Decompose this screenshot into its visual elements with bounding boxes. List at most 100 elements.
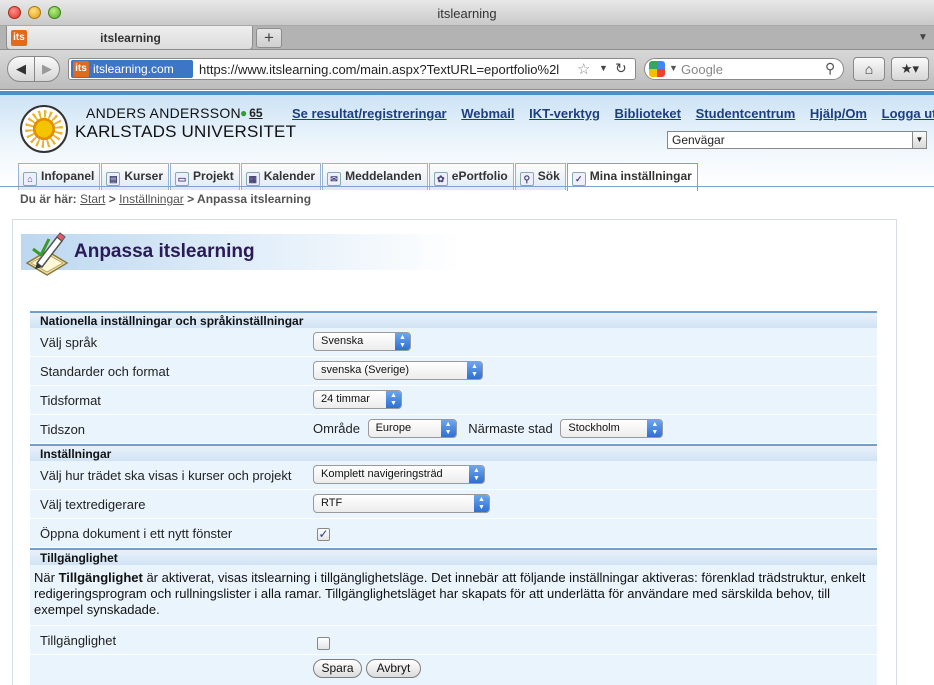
select-arrows-icon: ▲ ▼ — [386, 391, 401, 408]
courses-icon: ▤ — [106, 172, 121, 186]
library-link[interactable]: Biblioteket — [615, 106, 681, 121]
home-button[interactable]: ⌂ — [853, 57, 885, 81]
area-select-value: Europe — [375, 422, 412, 434]
new-window-checkbox[interactable]: ✓ — [317, 528, 330, 542]
editor-row: Välj textredigerare RTF ▲ ▼ — [30, 490, 877, 519]
language-select[interactable]: Svenska ▲ ▼ — [313, 332, 411, 351]
button-row: Spara Avbryt — [30, 655, 877, 685]
tab-label: Mina inställningar — [589, 169, 692, 183]
breadcrumb-current: Anpassa itslearning — [197, 192, 312, 206]
editor-select-value: RTF — [321, 497, 343, 509]
tree-label: Välj hur trädet ska visas i kurser och p… — [40, 468, 292, 483]
section-heading-settings: Inställningar — [30, 444, 877, 461]
tree-select[interactable]: Komplett navigeringsträd ▲ ▼ — [313, 465, 485, 484]
window-titlebar: itslearning — [0, 0, 934, 26]
customize-pencil-icon — [25, 232, 69, 276]
reload-icon[interactable]: ↻ — [615, 60, 627, 77]
tab-list-chevron-icon[interactable]: ▼ — [918, 32, 928, 43]
time-format-label: Tidsformat — [40, 393, 101, 408]
forward-button[interactable]: ▶ — [34, 56, 60, 82]
magnifier-icon[interactable]: ⚲ — [825, 60, 835, 77]
sun-icon — [31, 116, 57, 142]
breadcrumb-separator: > — [108, 192, 116, 206]
search-bar[interactable]: ▼ Google ⚲ — [644, 58, 844, 80]
tab-label: Projekt — [193, 169, 234, 183]
breadcrumb-start-link[interactable]: Start — [80, 192, 105, 206]
tab-label: ePortfolio — [451, 169, 508, 183]
ikt-tools-link[interactable]: IKT-verktyg — [529, 106, 600, 121]
favicon-icon: its — [73, 61, 89, 77]
format-select[interactable]: svenska (Sverige) ▲ ▼ — [313, 361, 483, 380]
page-title: Anpassa itslearning — [74, 241, 255, 262]
timezone-row: Tidszon Område Europe ▲ ▼ Närmaste stad St… — [30, 415, 877, 444]
tab-label: Kurser — [124, 169, 164, 183]
student-center-link[interactable]: Studentcentrum — [696, 106, 796, 121]
select-arrows-icon: ▲ ▼ — [395, 333, 410, 350]
time-format-select-value: 24 timmar — [321, 393, 370, 405]
url-text[interactable]: https://www.itslearning.com/main.aspx?Te… — [199, 62, 573, 77]
area-select[interactable]: Europe ▲ ▼ — [367, 419, 457, 438]
select-arrows-icon: ▲ ▼ — [440, 420, 456, 437]
back-button[interactable]: ◀ — [7, 56, 35, 82]
person-icon: ● — [240, 106, 248, 120]
university-name: KARLSTADS UNIVERSITET — [75, 122, 297, 141]
time-format-select[interactable]: 24 timmar ▲ ▼ — [313, 390, 402, 409]
search-icon: ⚲ — [519, 172, 534, 186]
desc-prefix: När — [34, 570, 59, 585]
chevron-down-icon: ▼ — [912, 132, 926, 148]
browser-tabstrip: its itslearning + ▼ — [0, 26, 934, 50]
editor-select[interactable]: RTF ▲ ▼ — [313, 494, 490, 513]
new-tab-button[interactable]: + — [256, 28, 282, 48]
shortcuts-select[interactable]: Genvägar ▼ — [667, 131, 927, 149]
project-icon: ▭ — [175, 172, 190, 186]
city-select[interactable]: Stockholm ▲ ▼ — [560, 419, 664, 438]
site-header: ANDERS ANDERSSON ● 65 KARLSTADS UNIVERSIT… — [0, 91, 934, 191]
desc-bold: Tillgänglighet — [58, 570, 143, 585]
url-bar[interactable]: its itslearning.com https://www.itslearni… — [68, 58, 636, 80]
city-select-value: Stockholm — [568, 422, 620, 434]
format-select-value: svenska (Sverige) — [321, 364, 410, 376]
user-name: ANDERS ANDERSSON — [86, 105, 241, 121]
results-link[interactable]: Se resultat/registreringar — [292, 106, 447, 121]
site-identity-button[interactable]: its itslearning.com — [71, 60, 193, 78]
shortcuts-select-value: Genvägar — [672, 133, 725, 147]
bookmark-star-icon[interactable]: ☆ — [577, 60, 590, 78]
select-arrows-icon: ▲ ▼ — [467, 362, 482, 379]
breadcrumb-settings-link[interactable]: Inställningar — [119, 192, 184, 206]
new-window-row: Öppna dokument i ett nytt fönster ✓ — [30, 519, 877, 548]
bookmarks-menu-button[interactable]: ★▾ — [891, 57, 929, 81]
webmail-link[interactable]: Webmail — [461, 106, 514, 121]
search-placeholder[interactable]: Google — [681, 62, 723, 77]
browser-tab-label: itslearning — [100, 31, 161, 45]
settings-form: Nationella inställningar och språkinstäl… — [30, 311, 877, 685]
language-select-value: Svenska — [321, 335, 364, 347]
settings-icon: ✓ — [571, 172, 586, 186]
help-link[interactable]: Hjälp/Om — [810, 106, 867, 121]
editor-label: Välj textredigerare — [40, 497, 146, 512]
tree-row: Välj hur trädet ska visas i kurser och p… — [30, 461, 877, 490]
calendar-icon: ▦ — [245, 172, 260, 186]
select-arrows-icon: ▲ ▼ — [474, 495, 489, 512]
online-users-link[interactable]: ● 65 — [240, 106, 263, 120]
browser-navbar: ◀ ▶ its itslearning.com https://www.itsle… — [0, 50, 934, 90]
mail-icon: ✉ — [327, 172, 342, 186]
google-engine-icon[interactable] — [649, 61, 665, 77]
time-format-row: Tidsformat 24 timmar ▲ ▼ — [30, 386, 877, 415]
breadcrumb: Du är här: Start > Inställningar > Anpas… — [20, 192, 311, 206]
university-logo — [20, 105, 68, 153]
online-count: 65 — [249, 106, 263, 120]
new-window-label: Öppna dokument i ett nytt fönster — [40, 526, 233, 541]
save-button[interactable]: Spara — [313, 659, 362, 678]
desc-rest: är aktiverat, visas itslearning i tillgä… — [34, 570, 866, 617]
accessibility-label: Tillgänglighet — [40, 633, 117, 648]
browser-tab[interactable]: its itslearning — [6, 26, 253, 50]
accessibility-checkbox[interactable] — [317, 637, 330, 651]
cancel-button[interactable]: Avbryt — [366, 659, 421, 678]
history-dropdown-icon[interactable]: ▼ — [599, 63, 608, 73]
select-arrows-icon: ▲ ▼ — [647, 420, 663, 437]
section-heading-accessibility: Tillgänglighet — [30, 548, 877, 565]
engine-dropdown-icon[interactable]: ▼ — [669, 63, 678, 73]
language-row: Välj språk Svenska ▲ ▼ — [30, 328, 877, 357]
logout-link[interactable]: Logga ut — [882, 106, 934, 121]
site-identity-label: itslearning.com — [93, 62, 174, 76]
